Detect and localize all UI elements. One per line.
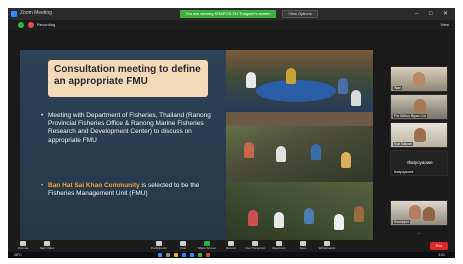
participant-face [414,99,426,113]
bullet-dot: • [41,112,44,119]
slide-bullet-1: • Meeting with Department of Fisheries, … [41,112,226,145]
person [244,142,254,158]
search-icon[interactable] [166,253,170,257]
bullet-dot: • [41,182,44,189]
participant-tile[interactable]: Pol Wilbur Biyan Col [390,94,448,120]
participant-name: Wan [393,86,403,90]
minimize-button[interactable]: – [415,10,418,18]
chrome-icon[interactable] [198,253,202,257]
apps-label: Apps [299,246,307,250]
meeting-info-bar: Recording View [8,20,455,30]
zoom-taskbar-icon[interactable] [190,253,194,257]
zoom-window: Zoom Meeting You are viewing KRAPOS-TH T… [8,8,455,258]
person [334,214,344,230]
participant-name: Sontaiper [393,220,410,224]
screen-share-banner: You are viewing KRAPOS-TH Thagobe's scre… [180,10,276,18]
end-meeting-button[interactable]: End [430,242,448,250]
participant-face [414,128,426,142]
view-options-button[interactable]: View Options [282,10,318,18]
participant-face [423,207,435,221]
participants-label: Participants [151,246,167,250]
person [351,90,361,106]
person [354,206,364,222]
person [338,78,348,94]
live-transcript-label: Live Transcript [245,246,265,250]
participant-tile[interactable]: Kiat Salcon [390,122,448,148]
shared-slide: Consultation meeting to define an approp… [20,50,373,250]
participant-tile[interactable]: thatyoyaowe thatyoyaowe [390,150,448,176]
participant-panel: Wan Pol Wilbur Biyan Col Kiat Salcon tha… [386,30,455,235]
person [274,212,284,228]
close-button[interactable]: ✕ [443,10,448,18]
window-title: Zoom Meeting [20,10,52,16]
participant-face [413,72,425,86]
recording-label: Recording [37,22,56,27]
participant-name: Pol Wilbur Biyan Col [393,114,427,118]
person [286,68,296,84]
person [246,72,256,88]
edge-icon[interactable] [182,253,186,257]
apps-button[interactable]: Apps [292,241,314,250]
chat-button[interactable]: Chat [172,241,194,250]
bullet-2-highlight: Ban Hat Sai Khao Community [48,182,140,189]
shield-icon[interactable] [18,22,24,28]
participant-display-name: thatyoyaowe [407,160,433,165]
folder-icon[interactable] [174,253,178,257]
whiteboards-label: Whiteboards [318,246,336,250]
record-button[interactable]: Record [220,241,242,250]
live-transcript-button[interactable]: Live Transcript [244,241,266,250]
person [311,144,321,160]
taskbar-clock[interactable]: 3:01 [438,252,445,258]
share-screen-label: Share Screen [197,246,217,250]
record-label: Record [226,246,236,250]
community-meeting-photo [226,112,373,182]
participant-name: Kiat Salcon [393,142,413,146]
meeting-room-photo [226,50,373,112]
person [304,208,314,224]
chat-label: Chat [179,246,187,250]
participant-name: thatyoyaowe [393,170,415,174]
participants-button[interactable]: Participants [148,241,170,250]
start-video-button[interactable]: Start Video [36,241,58,250]
record-indicator-icon [28,22,34,28]
powerpoint-icon[interactable] [206,253,210,257]
person [248,210,258,226]
maximize-button[interactable]: □ [429,10,433,18]
meeting-toolbar: Unmute Start Video Participants Chat Sha… [8,240,455,252]
slide-text-area: Consultation meeting to define an approp… [20,50,226,250]
roof [226,112,373,126]
slide-bullet-2: • Ban Hat Sai Khao Community is selected… [41,182,226,198]
weather-widget[interactable]: 28°C [14,252,22,258]
slide-title: Consultation meeting to define an approp… [54,64,201,87]
start-icon[interactable] [158,253,162,257]
windows-taskbar: 28°C 3:01 [8,252,455,258]
unmute-label: Unmute [17,246,29,250]
view-button[interactable]: View [440,22,449,27]
unmute-button[interactable]: Unmute [12,241,34,250]
conference-table [256,80,336,102]
whiteboards-button[interactable]: Whiteboards [316,241,338,250]
participant-tile[interactable]: Wan [390,66,448,92]
share-screen-button[interactable]: Share Screen [196,241,218,250]
title-bar: Zoom Meeting You are viewing KRAPOS-TH T… [8,8,455,20]
bullet-1-text: Meeting with Department of Fisheries, Th… [48,112,211,144]
participant-tile[interactable]: Sontaiper [390,200,448,226]
slide-title-box: Consultation meeting to define an approp… [48,60,208,97]
reactions-button[interactable]: Reactions [268,241,290,250]
participant-face [409,205,421,219]
person [341,152,351,168]
zoom-logo-icon [11,11,17,17]
person [276,146,286,162]
reactions-label: Reactions [272,246,286,250]
chevron-down-icon[interactable]: ⌄ [390,230,448,235]
start-video-label: Start Video [39,246,55,250]
